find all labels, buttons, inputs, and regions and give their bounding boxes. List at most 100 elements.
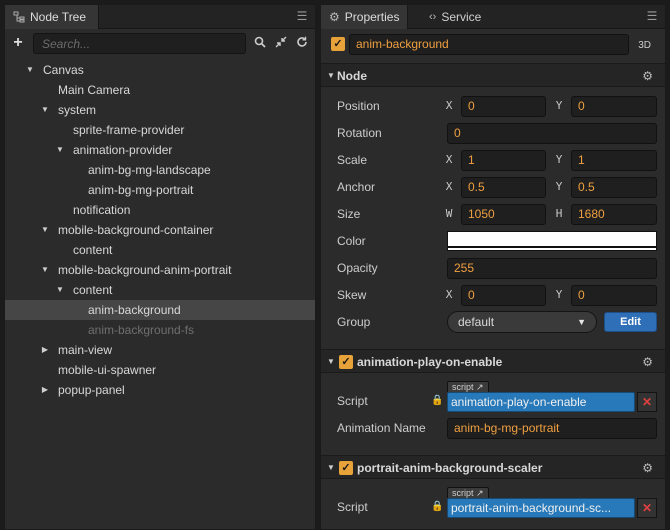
- opacity-field[interactable]: 255: [447, 258, 657, 279]
- size-h-field[interactable]: 1680: [571, 204, 657, 225]
- anim-component-enabled-checkbox[interactable]: ✓: [339, 355, 353, 369]
- tree-node-label: mobile-background-anim-portrait: [58, 263, 232, 277]
- node-tree-tabbar: Node Tree ☰: [5, 5, 315, 29]
- gear-icon: ⚙: [329, 10, 340, 24]
- rotation-field[interactable]: 0: [447, 123, 657, 144]
- tree-node[interactable]: ▼ mobile-background-anim-portrait: [5, 260, 315, 280]
- node-name-field[interactable]: anim-background: [349, 34, 629, 55]
- tree-node[interactable]: ▼ Canvas: [5, 60, 315, 80]
- anim-script-field[interactable]: animation-play-on-enable: [447, 392, 635, 412]
- scaler-script-tag-label: script: [452, 488, 474, 498]
- caret-down-icon[interactable]: ▼: [55, 280, 65, 300]
- refresh-icon[interactable]: [295, 36, 309, 50]
- anim-script-tag-label: script: [452, 382, 474, 392]
- tree-node[interactable]: notification: [5, 200, 315, 220]
- color-picker-swatch[interactable]: [447, 231, 657, 251]
- caret-down-icon[interactable]: ▼: [40, 220, 50, 240]
- scaler-script-tag[interactable]: script ↗: [447, 487, 489, 498]
- tree-node-label: main-view: [58, 343, 113, 357]
- search-icon[interactable]: [253, 36, 267, 50]
- gear-icon[interactable]: ⚙: [642, 456, 653, 480]
- add-node-button[interactable]: +: [11, 35, 25, 51]
- lock-icon: 🔒: [431, 395, 444, 406]
- tree-node[interactable]: anim-background-fs: [5, 320, 315, 340]
- anim-script-tag[interactable]: script ↗: [447, 381, 489, 392]
- scale-x-field[interactable]: 1: [461, 150, 546, 171]
- tree-node[interactable]: Main Camera: [5, 80, 315, 100]
- node-tree-menu-icon[interactable]: ☰: [295, 9, 309, 23]
- tree-node[interactable]: ▼ content: [5, 280, 315, 300]
- scaler-component-header[interactable]: ▼ ✓ portrait-anim-background-scaler ⚙: [321, 455, 665, 479]
- caret-down-icon: ▼: [327, 71, 335, 80]
- tree-node[interactable]: ▼ animation-provider: [5, 140, 315, 160]
- collapse-all-icon[interactable]: [274, 36, 288, 50]
- tab-service[interactable]: ‹› Service: [421, 5, 489, 29]
- scaler-component-enabled-checkbox[interactable]: ✓: [339, 461, 353, 475]
- animation-name-field[interactable]: anim-bg-mg-portrait: [447, 418, 657, 439]
- caret-down-icon: ▼: [327, 357, 335, 366]
- scale-label: Scale: [337, 153, 368, 167]
- properties-menu-icon[interactable]: ☰: [645, 9, 659, 23]
- size-h-axis: H: [555, 207, 563, 220]
- external-link-icon: ↗: [476, 382, 484, 392]
- tree-node-label: mobile-ui-spawner: [58, 363, 157, 377]
- mode-3d-badge[interactable]: 3D: [638, 40, 651, 51]
- skew-y-field[interactable]: 0: [571, 285, 657, 306]
- opacity-label: Opacity: [337, 261, 378, 275]
- tab-properties[interactable]: ⚙ Properties: [321, 5, 409, 29]
- tree-node[interactable]: ▼ mobile-background-container: [5, 220, 315, 240]
- tree-node[interactable]: ▼ system: [5, 100, 315, 120]
- skew-y-axis: Y: [555, 288, 563, 301]
- group-edit-button[interactable]: Edit: [604, 312, 657, 332]
- position-y-field[interactable]: 0: [571, 96, 657, 117]
- tree-node-label: content: [73, 243, 113, 257]
- tree-node-label: Canvas: [43, 63, 84, 77]
- size-w-field[interactable]: 1050: [461, 204, 546, 225]
- position-x-axis: X: [445, 99, 453, 112]
- group-dropdown[interactable]: default ▼: [447, 311, 597, 333]
- skew-x-field[interactable]: 0: [461, 285, 546, 306]
- group-label: Group: [337, 315, 371, 329]
- tree-node[interactable]: anim-bg-mg-landscape: [5, 160, 315, 180]
- tab-service-label: Service: [441, 10, 482, 24]
- node-search-input[interactable]: [33, 33, 246, 54]
- anim-component-title: animation-play-on-enable: [357, 355, 503, 369]
- tree-node[interactable]: sprite-frame-provider: [5, 120, 315, 140]
- node-active-checkbox[interactable]: ✓: [331, 37, 345, 51]
- hierarchy-icon: [13, 11, 25, 23]
- anchor-label: Anchor: [337, 180, 376, 194]
- scaler-script-field[interactable]: portrait-anim-background-sc...: [447, 498, 635, 518]
- caret-down-icon[interactable]: ▼: [55, 140, 65, 160]
- caret-down-icon[interactable]: ▼: [40, 100, 50, 120]
- animation-name-label: Animation Name: [337, 421, 426, 435]
- tree-node[interactable]: content: [5, 240, 315, 260]
- anim-script-remove-button[interactable]: ✕: [637, 392, 657, 412]
- color-label: Color: [337, 234, 366, 248]
- caret-down-icon[interactable]: ▼: [40, 260, 50, 280]
- gear-icon[interactable]: ⚙: [642, 350, 653, 374]
- tree-node[interactable]: anim-bg-mg-portrait: [5, 180, 315, 200]
- scaler-script-remove-button[interactable]: ✕: [637, 498, 657, 518]
- anchor-y-field[interactable]: 0.5: [571, 177, 657, 198]
- tree-node[interactable]: ▶ main-view: [5, 340, 315, 360]
- rotation-label: Rotation: [337, 126, 382, 140]
- size-w-axis: W: [445, 207, 453, 220]
- caret-right-icon[interactable]: ▶: [40, 380, 50, 400]
- scale-x-axis: X: [445, 153, 453, 166]
- tab-node-tree[interactable]: Node Tree: [5, 5, 100, 29]
- node-section-header[interactable]: ▼ Node ⚙: [321, 63, 665, 87]
- tree-node[interactable]: ▶ popup-panel: [5, 380, 315, 400]
- tree-node[interactable]: mobile-ui-spawner: [5, 360, 315, 380]
- scale-y-axis: Y: [555, 153, 563, 166]
- anchor-x-field[interactable]: 0.5: [461, 177, 546, 198]
- scale-y-field[interactable]: 1: [571, 150, 657, 171]
- position-x-field[interactable]: 0: [461, 96, 546, 117]
- anim-component-header[interactable]: ▼ ✓ animation-play-on-enable ⚙: [321, 349, 665, 373]
- gear-icon[interactable]: ⚙: [642, 64, 653, 88]
- group-dropdown-value: default: [458, 315, 495, 329]
- skew-label: Skew: [337, 288, 367, 302]
- caret-right-icon[interactable]: ▶: [40, 340, 50, 360]
- properties-tabbar: ⚙ Properties ‹› Service ☰: [321, 5, 665, 29]
- tree-node[interactable]: anim-background: [5, 300, 315, 320]
- caret-down-icon[interactable]: ▼: [25, 60, 35, 80]
